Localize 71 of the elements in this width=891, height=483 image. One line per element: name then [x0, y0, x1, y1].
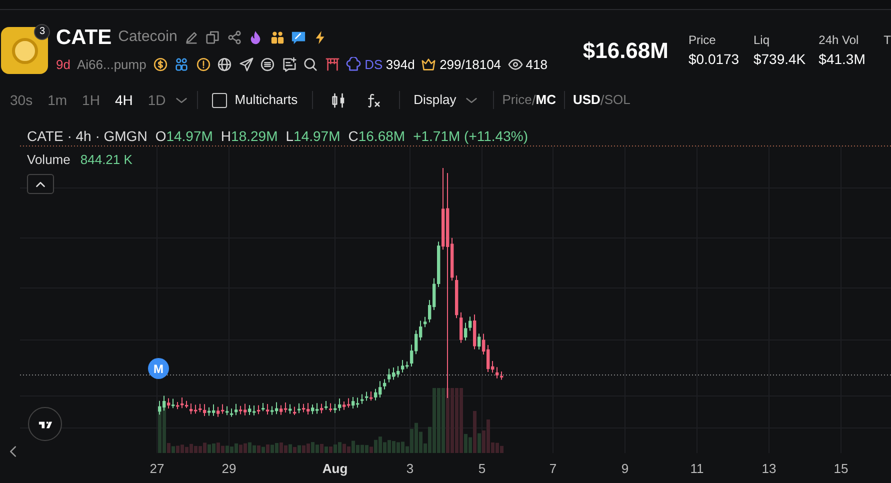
slash-separator: / [532, 90, 536, 110]
axis-label: 29 [222, 461, 236, 476]
volume-value: 844.21 K [80, 151, 132, 169]
volume-label: Volume [27, 151, 70, 169]
axis-label: 13 [762, 461, 776, 476]
token-symbol: CATE [56, 26, 112, 48]
chat-icon[interactable] [291, 30, 306, 44]
pencil-icon[interactable] [184, 30, 199, 44]
price-change: +1.71M (+11.43%) [413, 127, 528, 146]
holders-count: 299/18104 [440, 56, 502, 74]
interval-tab[interactable]: 1m [40, 90, 76, 110]
function-icon[interactable] [366, 92, 381, 108]
stat-value: $41.3M [818, 50, 866, 68]
interval-tab[interactable]: 30s [3, 90, 41, 110]
axis-label: 5 [478, 461, 486, 476]
slash-separator: / [600, 90, 604, 110]
crown-icon [421, 57, 436, 72]
token-name: Catecoin [118, 26, 178, 47]
stat-label: 24h Vol [818, 32, 860, 48]
display-dropdown[interactable]: Display [408, 90, 486, 110]
ohlc-value: C16.68M [348, 127, 406, 146]
axis-label: 11 [690, 461, 704, 476]
globe-icon[interactable] [217, 57, 232, 72]
toggle-option[interactable]: MC [536, 90, 556, 110]
coin-emblem [12, 38, 38, 64]
axis-label: 7 [549, 461, 557, 476]
view-count: 418 [526, 56, 548, 74]
eye-icon [508, 57, 523, 72]
event-marker[interactable]: M [148, 358, 169, 379]
interval-tab[interactable]: 4H [108, 90, 141, 110]
stat-label: T [884, 32, 891, 48]
share-icon[interactable] [226, 30, 242, 44]
ohlc-value: H18.29M [220, 127, 278, 146]
alert-icon[interactable] [196, 57, 211, 72]
ds-age: 394d [386, 56, 415, 74]
people-icon[interactable] [270, 30, 285, 44]
collapse-button[interactable] [27, 174, 54, 194]
candles-icon[interactable] [330, 92, 346, 108]
search-icon[interactable] [303, 57, 318, 72]
stat-label: Liq [753, 32, 770, 48]
axis-label: Aug [322, 461, 348, 476]
copy-icon[interactable] [205, 30, 220, 44]
token-age: 9d [56, 56, 70, 74]
token-address[interactable]: Ai66...pump [76, 54, 146, 74]
toggle-option[interactable]: Price [502, 90, 532, 110]
axis-label: 27 [150, 461, 164, 476]
toggle-option[interactable]: SOL [604, 90, 630, 110]
stat-label: Price [688, 32, 717, 48]
stat-value: $739.4K [753, 50, 806, 68]
multicharts-checkbox[interactable]: Multicharts [206, 90, 304, 110]
axis-label: 9 [621, 461, 629, 476]
count-badge: 3 [34, 24, 50, 40]
axis-label: 3 [406, 461, 414, 476]
ohlc-value: L14.97M [286, 127, 340, 146]
toggle-option[interactable]: USD [572, 90, 600, 110]
market-cap: $16.68M [582, 36, 668, 64]
chef-hat-icon[interactable] [346, 57, 362, 72]
ohlc-value: O14.97M [155, 127, 213, 146]
stat-value: $0.0173 [688, 50, 740, 68]
ds-label: DS [364, 56, 383, 74]
apps-icon[interactable] [174, 57, 190, 72]
interval-tab[interactable]: 1H [75, 90, 108, 110]
list-circle-icon[interactable] [260, 57, 276, 72]
send-icon[interactable] [238, 57, 254, 72]
dollar-circle-icon[interactable] [152, 57, 168, 72]
axis-label: 15 [834, 461, 848, 476]
interval-tab[interactable]: 1D [140, 90, 174, 110]
chart-title: CATE · 4h · GMGN [27, 127, 148, 146]
chart-logo[interactable] [28, 407, 62, 441]
gate-icon[interactable] [324, 57, 340, 72]
notes-icon[interactable] [282, 57, 297, 72]
